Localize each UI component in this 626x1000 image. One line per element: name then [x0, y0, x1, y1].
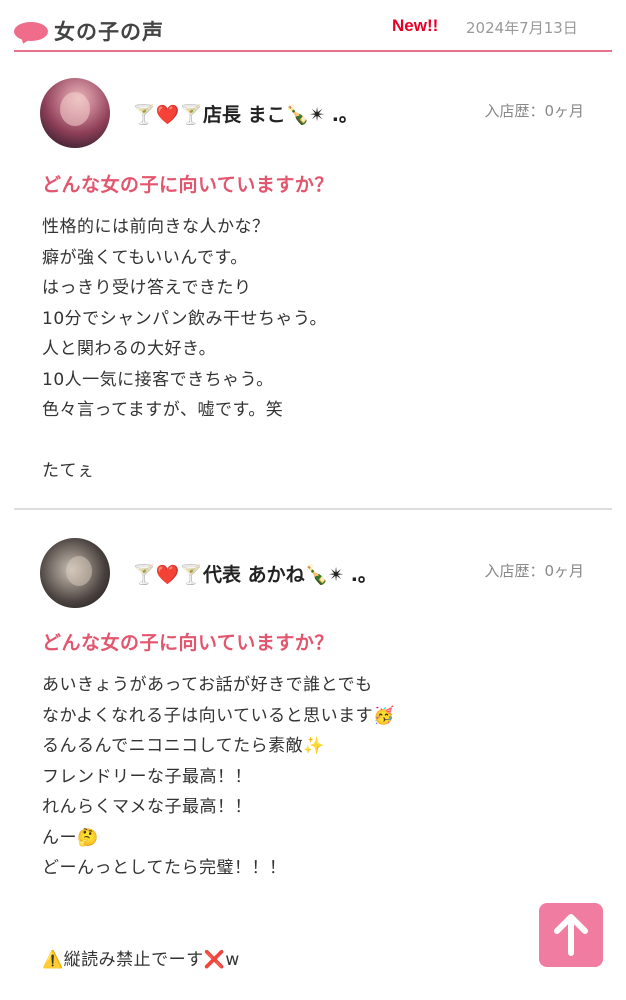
voice-post: 🍸❤️🍸店長 まこ🍾✴ .｡ 入店歴：0ヶ月 どんな女の子に向いていますか？ 性…: [14, 58, 612, 510]
body-line: 人と関わるの大好き。: [42, 339, 217, 359]
post-body: 性格的には前向きな人かな？ 癖が強くてもいいんです。 はっきり受け答えできたり …: [42, 212, 602, 487]
post-author-name: 🍸❤️🍸代表 あかね🍾✴ .｡: [132, 564, 368, 586]
section-header: 女の子の声 New!! 2024年7月13日: [14, 10, 612, 52]
body-line: 10人一気に接客できちゃう。: [42, 369, 274, 390]
body-line: たてぇ: [42, 461, 95, 481]
avatar[interactable]: [40, 78, 110, 148]
body-line-blank: [42, 426, 602, 457]
arrow-up-icon: [554, 914, 588, 956]
tenure-label: 入店歴：0ヶ月: [484, 562, 584, 580]
new-badge: New!!: [392, 16, 439, 35]
body-line-blank: [42, 884, 602, 915]
body-line: はっきり受け答えできたり: [42, 278, 252, 298]
body-line: どーんっとしてたら完璧！！！: [42, 858, 287, 878]
body-line: 10分でシャンパン飲み干せちゃう。: [42, 308, 327, 329]
body-line: フレンドリーな子最高！！: [42, 766, 252, 787]
post-body: あいきょうがあってお話が好きで誰とでも なかよくなれる子は向いていると思います🥳…: [42, 670, 602, 975]
body-line: 性格的には前向きな人かな？: [42, 217, 270, 237]
body-line: れんらくマメな子最高！！: [42, 797, 252, 817]
body-line: ⚠️縦読み禁止でーす❌w: [42, 949, 240, 970]
question-heading: どんな女の子に向いていますか？: [42, 174, 334, 196]
body-line: なかよくなれる子は向いていると思います🥳: [42, 705, 395, 726]
avatar[interactable]: [40, 538, 110, 608]
body-line: あいきょうがあってお話が好きで誰とでも: [42, 675, 373, 695]
body-line: 色々言ってますが、嘘です。笑: [42, 400, 284, 420]
section-title: 女の子の声: [54, 20, 164, 44]
body-line-blank: [42, 914, 602, 945]
question-heading: どんな女の子に向いていますか？: [42, 632, 334, 654]
body-line: んー🤔: [42, 827, 99, 848]
update-date: 2024年7月13日: [466, 19, 578, 37]
scroll-to-top-button[interactable]: [539, 903, 603, 967]
voice-post: 🍸❤️🍸代表 あかね🍾✴ .｡ 入店歴：0ヶ月 どんな女の子に向いていますか？ …: [14, 518, 612, 1000]
post-author-name: 🍸❤️🍸店長 まこ🍾✴ .｡: [132, 104, 349, 126]
body-line: るんるんでニコニコしてたら素敵✨: [42, 736, 325, 756]
speech-bubble-icon: [14, 22, 48, 41]
body-line: 癖が強くてもいいんです。: [42, 247, 248, 268]
tenure-label: 入店歴：0ヶ月: [484, 102, 584, 120]
